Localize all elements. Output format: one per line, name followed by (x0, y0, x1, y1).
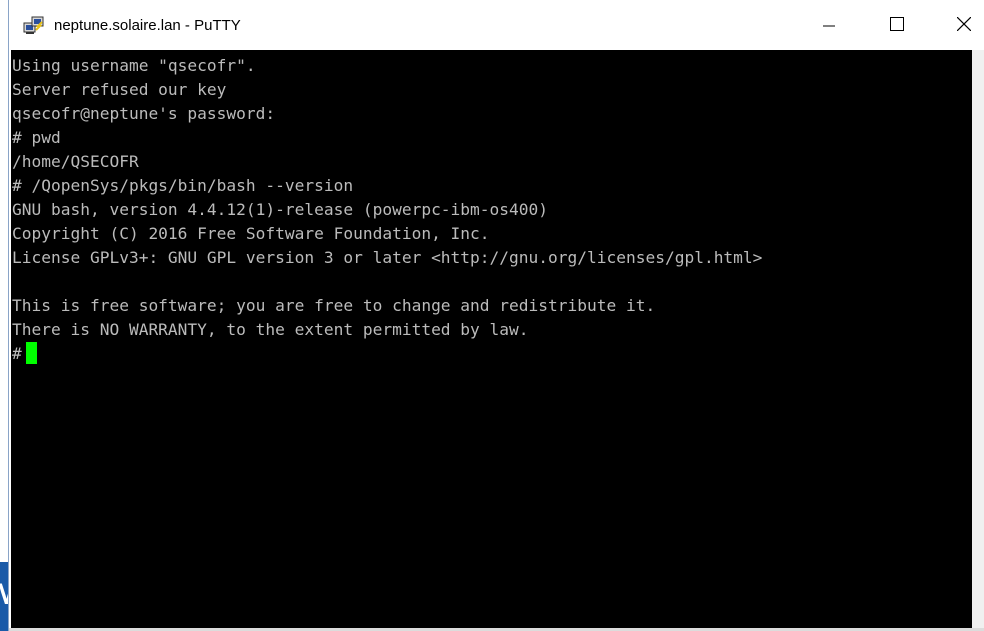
terminal-line: qsecofr@neptune's password: (12, 104, 276, 123)
terminal-prompt-line[interactable]: # (12, 342, 762, 366)
terminal-line: GNU bash, version 4.4.12(1)-release (pow… (12, 200, 549, 219)
terminal-line: # /QopenSys/pkgs/bin/bash --version (12, 176, 354, 195)
maximize-button[interactable] (879, 8, 915, 44)
putty-computers-icon[interactable] (23, 16, 45, 36)
vertical-scrollbar[interactable] (972, 50, 984, 628)
shell-prompt: # (12, 344, 22, 363)
title-bar[interactable]: neptune.solaire.lan - PuTTY (9, 0, 984, 50)
minimize-icon (823, 17, 835, 35)
minimize-button[interactable] (811, 8, 847, 44)
putty-window: neptune.solaire.lan - PuTTY Using userna… (8, 0, 984, 631)
close-icon (956, 16, 972, 36)
close-button[interactable] (946, 8, 982, 44)
terminal-line: License GPLv3+: GNU GPL version 3 or lat… (12, 248, 763, 267)
terminal-output: Using username "qsecofr". Server refused… (12, 54, 762, 366)
terminal-line: Server refused our key (12, 80, 227, 99)
terminal-line: Using username "qsecofr". (12, 56, 256, 75)
terminal-cursor (25, 342, 37, 364)
terminal-line: # pwd (12, 128, 61, 147)
window-title: neptune.solaire.lan - PuTTY (54, 17, 241, 34)
maximize-icon (890, 16, 904, 36)
terminal-line: Copyright (C) 2016 Free Software Foundat… (12, 224, 490, 243)
terminal-line: This is free software; you are free to c… (12, 296, 656, 315)
terminal-screen[interactable]: Using username "qsecofr". Server refused… (11, 50, 972, 628)
terminal-line: /home/QSECOFR (12, 152, 139, 171)
terminal-line: There is NO WARRANTY, to the extent perm… (12, 320, 529, 339)
